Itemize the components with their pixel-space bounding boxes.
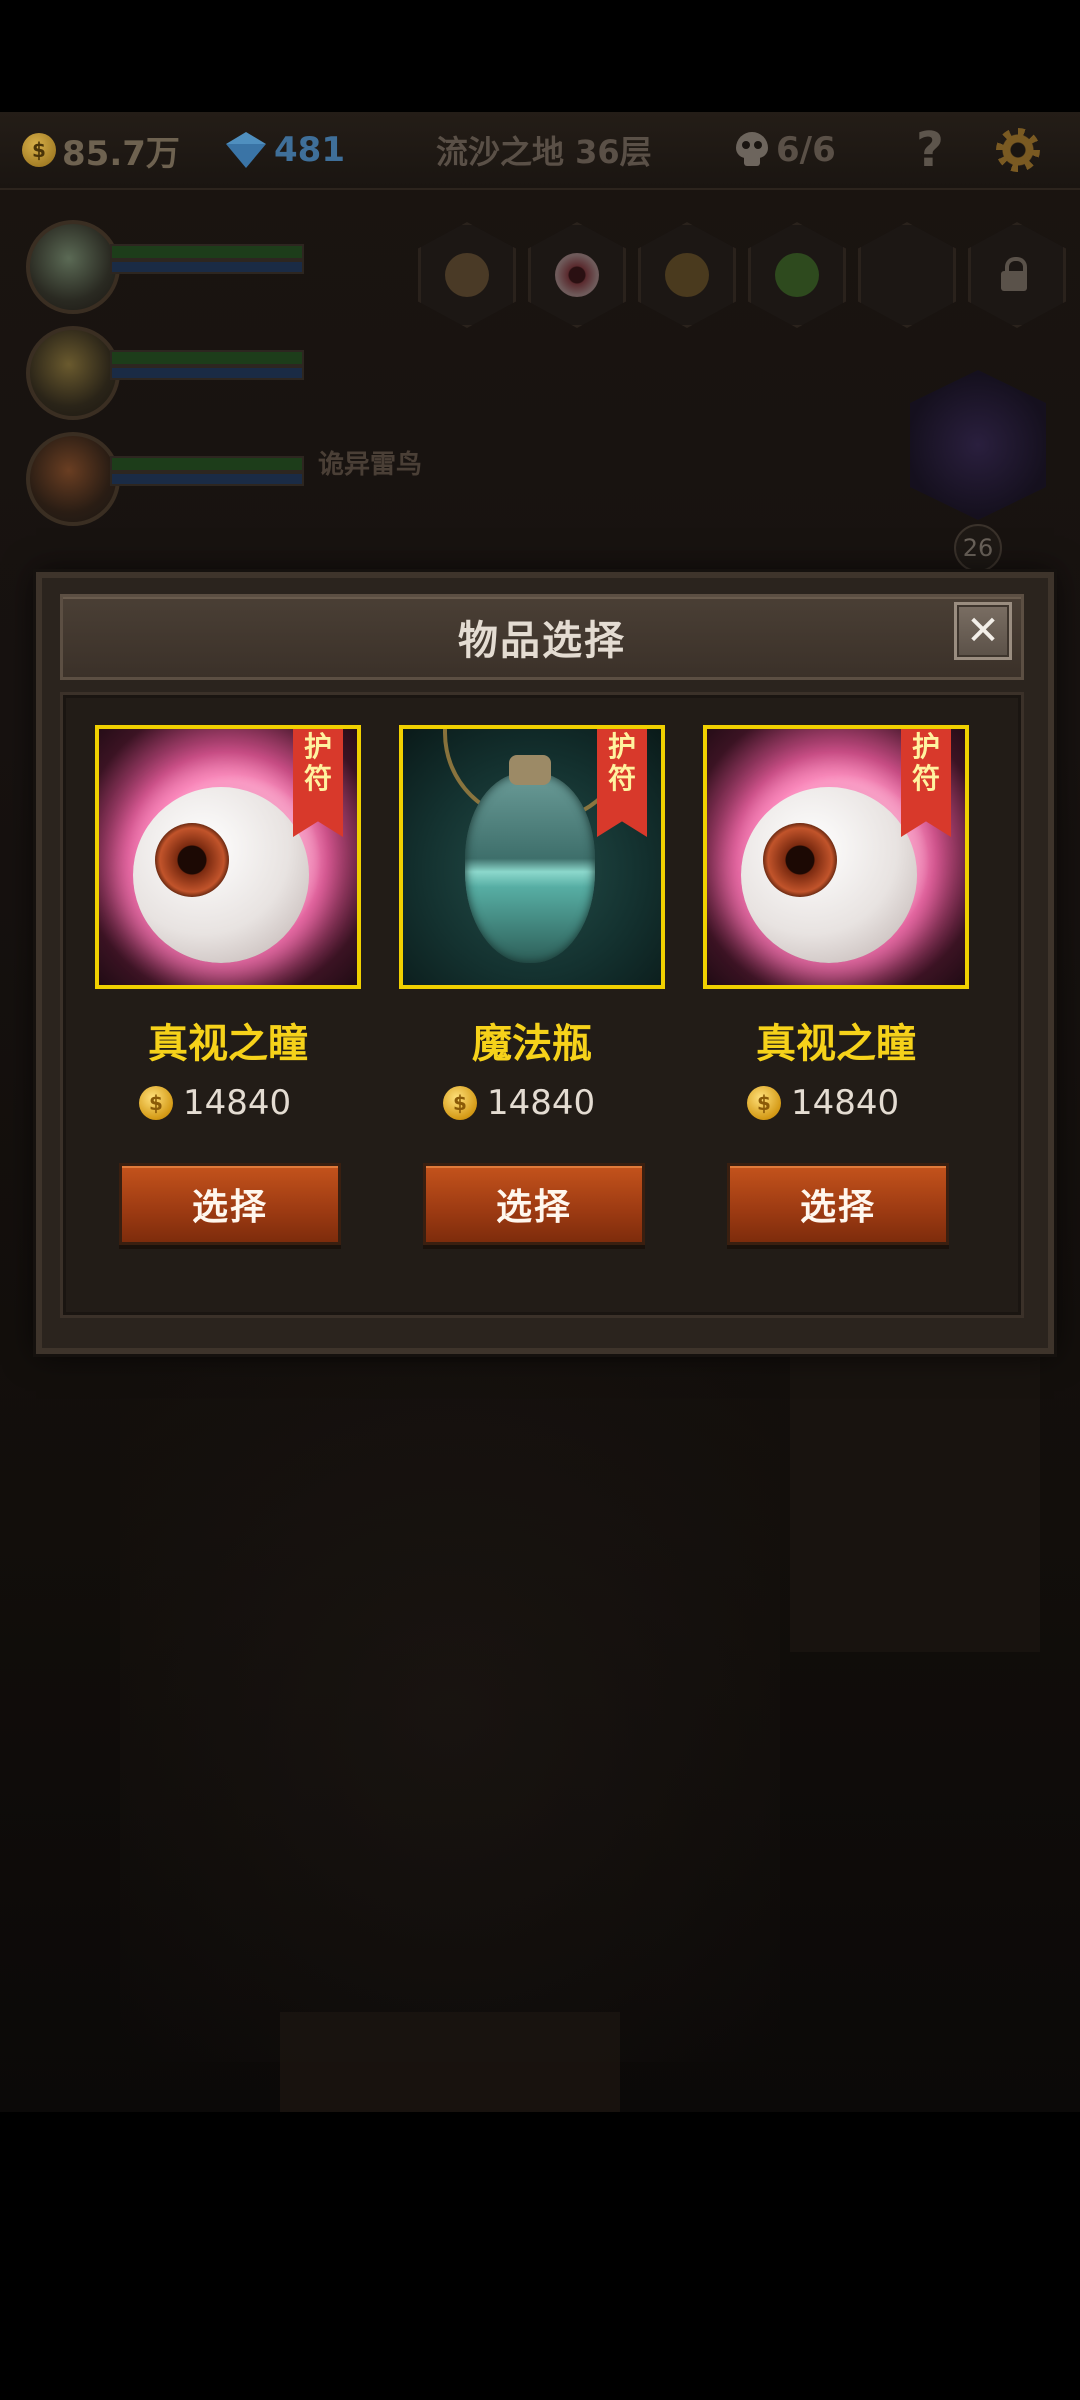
bell-icon <box>665 253 709 297</box>
close-icon: ✕ <box>966 608 1000 654</box>
gold-coin-icon: $ <box>747 1086 781 1120</box>
item-price: $ 14840 <box>139 1081 291 1125</box>
gem-icon <box>226 132 266 168</box>
help-icon: ? <box>916 122 944 178</box>
item-name: 魔法瓶 <box>472 1021 592 1067</box>
hero-bars <box>110 452 320 490</box>
item-image-frame[interactable]: 护 符 <box>703 725 969 989</box>
kill-count: 6/6 <box>776 130 836 170</box>
item-select-dialog: 物品选择 ✕ 护 符 真视之瞳 $ 14840 选择 护 符 魔法瓶 $ 148… <box>36 572 1054 1354</box>
location-label: 流沙之地 36层 <box>436 124 652 176</box>
amulet-tag: 护 符 <box>293 729 343 837</box>
lock-icon <box>1001 257 1027 291</box>
gem-counter[interactable]: 481 <box>226 124 345 176</box>
item-price: $ 14840 <box>443 1081 595 1125</box>
settings-button[interactable] <box>996 124 1040 176</box>
price-amount: 14840 <box>183 1083 292 1123</box>
close-button[interactable]: ✕ <box>954 602 1012 660</box>
amulet-tag-char: 护 <box>303 730 332 763</box>
item-name: 真视之瞳 <box>756 1021 916 1067</box>
amulet-tag-char: 护 <box>607 730 636 763</box>
scroll-icon <box>445 253 489 297</box>
gold-coin-icon: $ <box>22 133 56 167</box>
bottom-blank-area <box>0 2112 1080 2400</box>
item-name: 真视之瞳 <box>148 1021 308 1067</box>
select-button[interactable]: 选择 <box>423 1163 645 1245</box>
amulet-tag-char: 符 <box>911 762 940 795</box>
location-text: 流沙之地 36层 <box>436 133 652 171</box>
amulet-tag: 护 符 <box>597 729 647 837</box>
item-image-frame[interactable]: 护 符 <box>95 725 361 989</box>
help-button[interactable]: ? <box>916 122 944 178</box>
price-amount: 14840 <box>487 1083 596 1123</box>
apple-icon <box>775 253 819 297</box>
game-screen: $ 85.7万 481 流沙之地 36层 6/6 ? 诡异雷鸟 26 物品选择 … <box>0 0 1080 2400</box>
hero-bars <box>110 240 320 278</box>
amulet-tag: 护 符 <box>901 729 951 837</box>
kill-counter: 6/6 <box>736 124 836 176</box>
dialog-body: 护 符 真视之瞳 $ 14840 选择 护 符 魔法瓶 $ 14840 选择 护… <box>60 692 1024 1318</box>
hero-portrait[interactable] <box>26 432 120 526</box>
skull-icon <box>736 132 768 168</box>
item-card: 护 符 真视之瞳 $ 14840 选择 <box>703 725 969 1265</box>
dialog-header: 物品选择 <box>60 594 1024 680</box>
select-button[interactable]: 选择 <box>727 1163 949 1245</box>
enemy-name: 诡异雷鸟 <box>318 450 423 480</box>
item-card: 护 符 真视之瞳 $ 14840 选择 <box>95 725 361 1265</box>
eye-icon <box>555 253 599 297</box>
dialog-title: 物品选择 <box>458 618 626 664</box>
gold-coin-icon: $ <box>443 1086 477 1120</box>
amulet-tag-char: 符 <box>303 762 332 795</box>
hero-bars <box>110 346 320 384</box>
select-button[interactable]: 选择 <box>119 1163 341 1245</box>
gem-amount: 481 <box>274 130 345 170</box>
item-image-frame[interactable]: 护 符 <box>399 725 665 989</box>
hero-portrait[interactable] <box>26 220 120 314</box>
gear-icon <box>996 128 1040 172</box>
gold-counter[interactable]: $ 85.7万 <box>22 124 180 176</box>
floor-shadow <box>120 1362 780 2062</box>
price-amount: 14840 <box>791 1083 900 1123</box>
item-card: 护 符 魔法瓶 $ 14840 选择 <box>399 725 665 1265</box>
scene-pillar <box>790 1352 1040 1652</box>
gold-amount: 85.7万 <box>62 133 180 174</box>
scene-step <box>280 2012 620 2112</box>
amulet-tag-char: 护 <box>911 730 940 763</box>
hero-portrait[interactable] <box>26 326 120 420</box>
item-price: $ 14840 <box>747 1081 899 1125</box>
boss-level-badge: 26 <box>954 524 1002 572</box>
top-hud: $ 85.7万 481 流沙之地 36层 6/6 ? <box>0 112 1080 190</box>
amulet-tag-char: 符 <box>607 762 636 795</box>
gold-coin-icon: $ <box>139 1086 173 1120</box>
